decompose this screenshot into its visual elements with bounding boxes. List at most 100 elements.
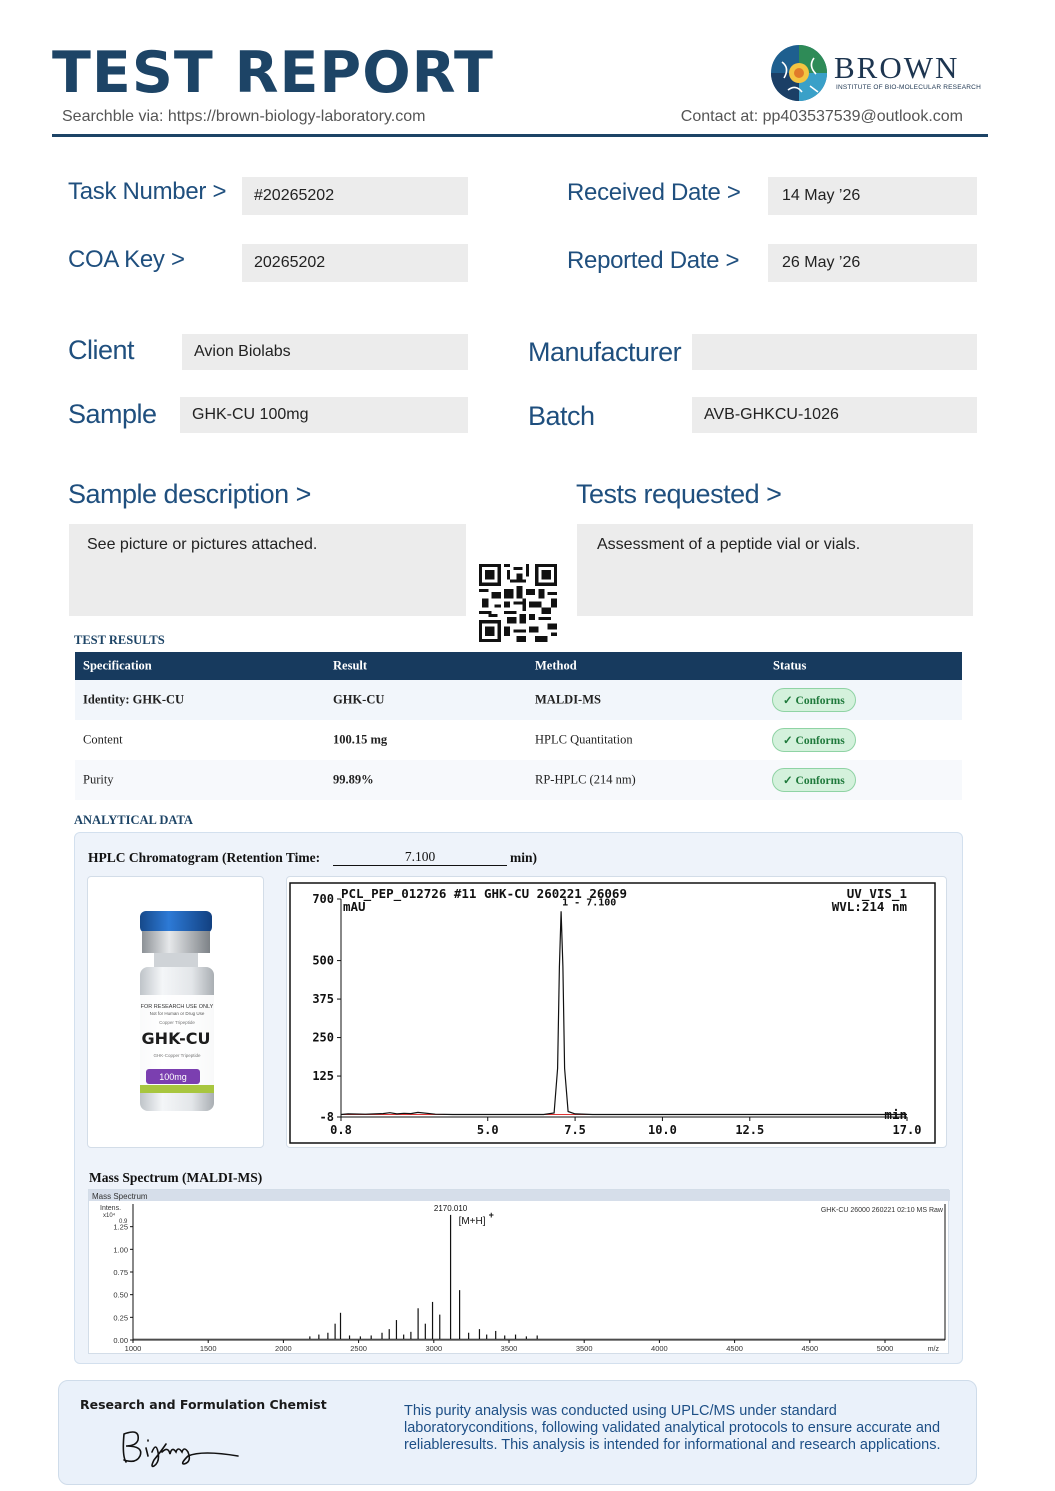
ms-ylabel: Intens. [100,1205,121,1212]
col-specification: Specification [83,658,152,673]
vial-text-1: FOR RESEARCH USE ONLY [141,1004,214,1010]
chromatogram-y-tick-label: 375 [312,992,334,1006]
ms-ion-charge: + [489,1210,494,1220]
ms-x-tick-label: 4500 [801,1344,818,1353]
vial-dose: 100mg [159,1072,187,1082]
ms-peak-mz-label: 2170.010 [434,1204,468,1213]
analytical-data-heading: ANALYTICAL DATA [74,813,193,827]
ms-ion-label: [M+H] [459,1216,486,1227]
row-spec: Purity [83,772,114,787]
chromatogram-y-tick-label: 250 [312,1031,334,1045]
vial-text-2: Not for Human or Drug Use [150,1011,205,1016]
ms-x-tick-label: 3500 [576,1344,593,1353]
reported-date-label: Reported Date > [567,247,740,274]
chromatogram-y-tick-label: 700 [312,892,334,906]
table-row: Identity: GHK-CU GHK-CU MALDI-MS ✓ Confo… [75,680,962,720]
ms-x-tick-label: 1000 [125,1344,142,1353]
disclaimer-text: This purity analysis was conducted using… [404,1403,941,1453]
row-method: RP-HPLC (214 nm) [535,772,636,787]
chromatogram-x-tick-label: 12.5 [735,1123,764,1137]
table-row: Content 100.15 mg HPLC Quantitation ✓ Co… [75,720,962,760]
hplc-chromatogram-card: PCL_PEP_012726 #11 GHK-CU 260221 26069 U… [286,876,947,1148]
chromatogram-x-tick-label: 7.5 [564,1123,586,1137]
col-result: Result [333,658,368,673]
tests-requested-label: Tests requested > [576,479,782,509]
vial-product-name: GHK-CU [142,1029,211,1048]
ms-x-tick-label: 1500 [200,1344,217,1353]
logo-subtitle: INSTITUTE OF BIO-MOLECULAR RESEARCH [836,84,981,91]
mass-spectrum-card: Mass Spectrum GHK-CU 26000 260221 02:10 … [88,1189,950,1354]
mass-spectrum: Mass Spectrum GHK-CU 26000 260221 02:10 … [89,1190,950,1353]
ms-x-tick-label: 2500 [350,1344,367,1353]
chromatogram-y-tick-label: 125 [312,1069,334,1083]
chromatogram-series-line [340,911,907,1116]
vial-text-3: Copper Tripeptide [159,1020,195,1025]
retention-time-unit: min) [510,850,537,865]
reported-date-field: 26 May ’26 [768,244,977,282]
task-number-label: Task Number > [68,178,227,205]
ms-x-tick-label: 5000 [877,1344,894,1353]
batch-label: Batch [528,401,595,431]
report-title: TEST REPORT [52,40,494,106]
table-row: Purity 99.89% RP-HPLC (214 nm) ✓ Conform… [75,760,962,800]
ms-multiplier: x10⁴ [103,1212,116,1219]
brown-logo-icon [771,45,827,101]
chromatogram-x-tick-label: 5.0 [477,1123,499,1137]
chromatogram-x-tick-label: 10.0 [648,1123,677,1137]
results-table: Specification Result Method Status Ident… [75,652,962,800]
ms-y-tick-label: 0.25 [113,1313,128,1322]
searchable-url[interactable]: Searchble via: https://brown-biology-lab… [62,108,425,126]
ms-header: Mass Spectrum [92,1192,148,1201]
row-spec: Content [83,732,123,747]
client-label: Client [68,335,135,365]
vial-cap [140,911,212,933]
hplc-title: HPLC Chromatogram (Retention Time: [88,850,321,865]
sample-description-label: Sample description > [68,479,311,509]
logo-name: BROWN [834,50,960,85]
client-field: Avion Biolabs [182,334,468,370]
ms-y-tick-label: 0.75 [113,1268,128,1277]
chemist-title: Research and Formulation Chemist [80,1397,327,1412]
row-result: 100.15 mg [333,732,388,747]
received-date-label: Received Date > [567,179,741,206]
chromatogram-x-tick-label: 17.0 [893,1123,922,1137]
vial-illustration: FOR RESEARCH USE ONLY Not for Human or D… [140,911,214,1111]
ms-xlabel: m/z [928,1346,940,1353]
col-status: Status [773,658,807,673]
ms-x-tick-label: 3000 [425,1344,442,1353]
sample-description-box: See picture or pictures attached. [69,524,466,616]
ms-x-tick-label: 4500 [726,1344,743,1353]
sample-label: Sample [68,399,157,429]
results-table-header: Specification Result Method Status [75,652,962,680]
chromatogram-x-tick-label: 0.8 [330,1123,352,1137]
chromatogram-ylabel: mAU [343,899,366,914]
ms-y-tick-label: 1.00 [113,1245,128,1254]
hplc-chromatogram: PCL_PEP_012726 #11 GHK-CU 260221 26069 U… [289,882,936,1144]
contact-email[interactable]: Contact at: pp403537539@outlook.com [681,108,963,126]
col-method: Method [535,658,577,673]
status-badge: ✓ Conforms [772,688,856,712]
ms-file-label: GHK-CU 26000 260221 02:10 MS Raw [821,1207,944,1214]
vial-text-4: GHK-Copper Tripeptide [153,1053,201,1058]
status-badge: ✓ Conforms [772,768,856,792]
row-result: GHK-CU [333,692,385,707]
chromatogram-wavelength: WVL:214 nm [832,899,908,914]
ms-y-tick-label: 0.50 [113,1291,128,1300]
ms-x-tick-label: 3500 [501,1344,518,1353]
chromatogram-y-tick-label: -8 [320,1110,334,1124]
retention-time-value: 7.100 [333,849,507,866]
row-method: MALDI-MS [535,692,601,707]
qr-code-icon[interactable] [479,564,557,642]
task-number-field: #20265202 [242,177,468,215]
row-spec: Identity: GHK-CU [83,692,185,707]
vial-photo: FOR RESEARCH USE ONLY Not for Human or D… [87,876,264,1148]
mass-spectrum-title: Mass Spectrum (MALDI-MS) [89,1170,263,1185]
ms-x-tick-label: 2000 [275,1344,292,1353]
signature-icon [122,1431,239,1468]
coa-key-field: 20265202 [242,244,468,282]
status-badge: ✓ Conforms [772,728,856,752]
test-results-heading: TEST RESULTS [74,633,165,647]
header-divider [52,134,988,137]
coa-key-label: COA Key > [68,246,185,273]
chromatogram-y-tick-label: 500 [312,954,334,968]
